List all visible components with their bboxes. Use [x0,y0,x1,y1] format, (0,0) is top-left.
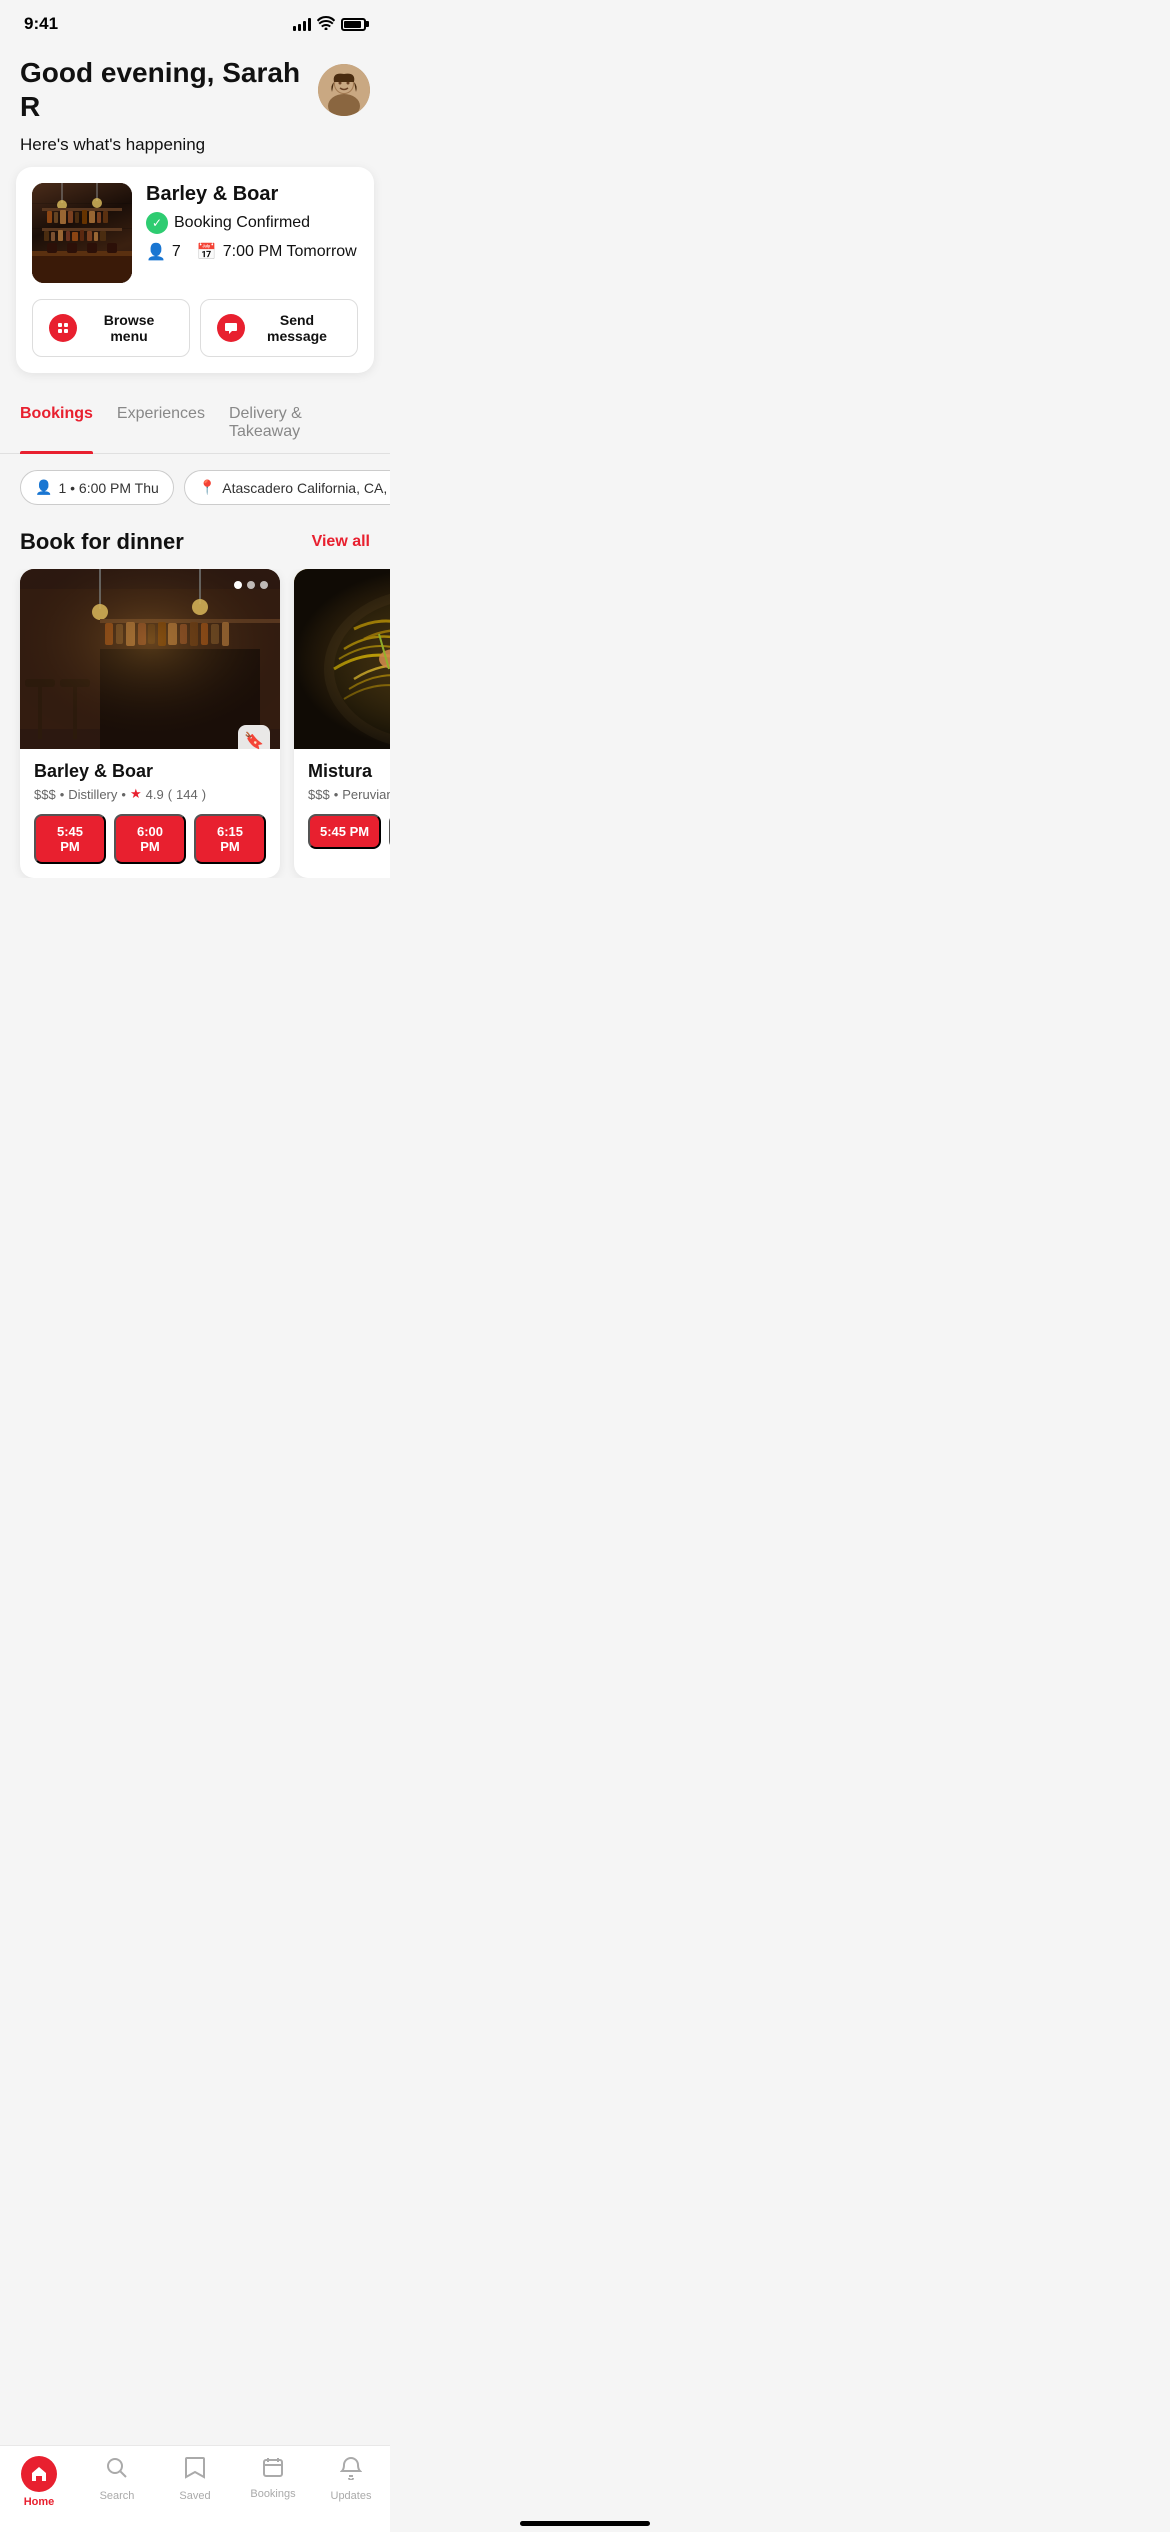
star-icon-0: ★ [130,786,142,802]
location-filter-icon: 📍 [199,479,216,496]
time-slots-1: 5:45 PM 6:00 PM [308,814,390,849]
tabs-row: Bookings Experiences Delivery & Takeaway [0,393,390,454]
section-title: Book for dinner [20,529,184,555]
wifi-icon [317,16,335,33]
tab-bookings[interactable]: Bookings [20,393,93,453]
location-filter-pill[interactable]: 📍 Atascadero California, CA, United St..… [184,470,390,505]
guests-count: 7 [172,243,181,261]
home-indicator [520,2521,650,2526]
status-time: 9:41 [24,14,58,34]
card-bookmark-0[interactable]: 🔖 [238,725,270,757]
nav-saved-label: Saved [179,2490,210,2502]
rating-0: 4.9 [146,787,164,802]
booking-restaurant-name: Barley & Boar [146,183,358,206]
time-slots-0: 5:45 PM 6:00 PM 6:15 PM [34,814,266,864]
cuisine-0: Distillery [68,787,117,802]
updates-nav-icon [340,2456,362,2486]
cuisine-1: Peruvian [342,787,390,802]
browse-menu-icon [49,314,77,342]
time-detail: 📅 7:00 PM Tomorrow [197,242,357,262]
nav-updates-label: Updates [331,2490,372,2502]
calendar-icon: 📅 [197,242,217,262]
restaurant-thumbnail [32,183,132,283]
home-icon [21,2456,57,2492]
booking-status-text: Booking Confirmed [174,214,310,232]
nav-item-home[interactable]: Home [0,2456,78,2508]
action-buttons-row: Browse menu Send message [32,299,358,357]
tab-delivery[interactable]: Delivery & Takeaway [229,393,370,453]
time-slot-1-0[interactable]: 5:45 PM [308,814,381,849]
browse-menu-label: Browse menu [85,312,173,344]
nav-search-label: Search [100,2490,135,2502]
card-dots-0 [234,581,268,589]
person-icon: 👤 [146,242,166,262]
price-range-0: $$$ [34,787,56,802]
restaurant-name-0: Barley & Boar [34,761,266,782]
signal-icon [293,18,311,31]
view-all-button[interactable]: View all [312,533,370,551]
check-circle-icon: ✓ [146,212,168,234]
search-nav-icon [105,2456,129,2486]
booking-time: 7:00 PM Tomorrow [223,243,357,261]
restaurant-meta-0: $$$ • Distillery • ★ 4.9 (144) [34,786,266,802]
guests-filter-icon: 👤 [35,479,52,496]
message-icon [217,314,245,342]
guests-detail: 👤 7 [146,242,181,262]
booking-details: 👤 7 📅 7:00 PM Tomorrow [146,242,358,262]
status-bar: 9:41 [0,0,390,40]
nav-item-bookings[interactable]: Bookings [234,2456,312,2508]
nav-item-saved[interactable]: Saved [156,2456,234,2508]
restaurant-card-image-0 [20,569,280,749]
send-message-label: Send message [253,312,341,344]
send-message-button[interactable]: Send message [200,299,358,357]
battery-icon [341,18,366,31]
filter-row: 👤 1 • 6:00 PM Thu 📍 Atascadero Californi… [0,470,390,521]
browse-menu-button[interactable]: Browse menu [32,299,190,357]
time-slot-1-1[interactable]: 6:00 PM [389,814,390,849]
restaurant-card-0[interactable]: 🔖 Barley & Boar $$$ • Distillery • ★ 4.9… [20,569,280,878]
guests-filter-pill[interactable]: 👤 1 • 6:00 PM Thu [20,470,174,505]
saved-nav-icon [184,2456,206,2486]
price-range-1: $$$ [308,787,330,802]
subtitle-text: Here's what's happening [0,131,390,167]
guests-filter-label: 1 • 6:00 PM Thu [58,480,158,496]
nav-item-updates[interactable]: Updates [312,2456,390,2508]
nav-bookings-label: Bookings [250,2488,295,2500]
time-slot-0-0[interactable]: 5:45 PM [34,814,106,864]
time-slot-0-1[interactable]: 6:00 PM [114,814,186,864]
dinner-section-header: Book for dinner View all [0,521,390,569]
nav-item-search[interactable]: Search [78,2456,156,2508]
bookings-nav-icon [262,2456,284,2484]
booking-info: Barley & Boar ✓ Booking Confirmed 👤 7 📅 … [146,183,358,283]
time-slot-0-2[interactable]: 6:15 PM [194,814,266,864]
greeting-text: Good evening, Sarah R [20,56,318,123]
header: Good evening, Sarah R [0,40,390,131]
booking-card: Barley & Boar ✓ Booking Confirmed 👤 7 📅 … [16,167,374,373]
restaurant-meta-1: $$$ • Peruvian • ★ 4.8 (98) [308,786,390,802]
tab-experiences[interactable]: Experiences [117,393,205,453]
restaurant-cards-row: 🔖 Barley & Boar $$$ • Distillery • ★ 4.9… [0,569,390,878]
reviews-0: ( [168,787,172,802]
nav-home-label: Home [24,2496,55,2508]
restaurant-card-1[interactable]: Mistura $$$ • Peruvian • ★ 4.8 (98) 5:45… [294,569,390,878]
status-icons [293,16,366,33]
avatar[interactable] [318,64,370,116]
restaurant-card-image-1 [294,569,390,749]
restaurant-name-1: Mistura [308,761,390,782]
location-filter-label: Atascadero California, CA, United St... [222,480,390,496]
bottom-nav: Home Search Saved Bookings [0,2445,390,2532]
booking-status-row: ✓ Booking Confirmed [146,212,358,234]
